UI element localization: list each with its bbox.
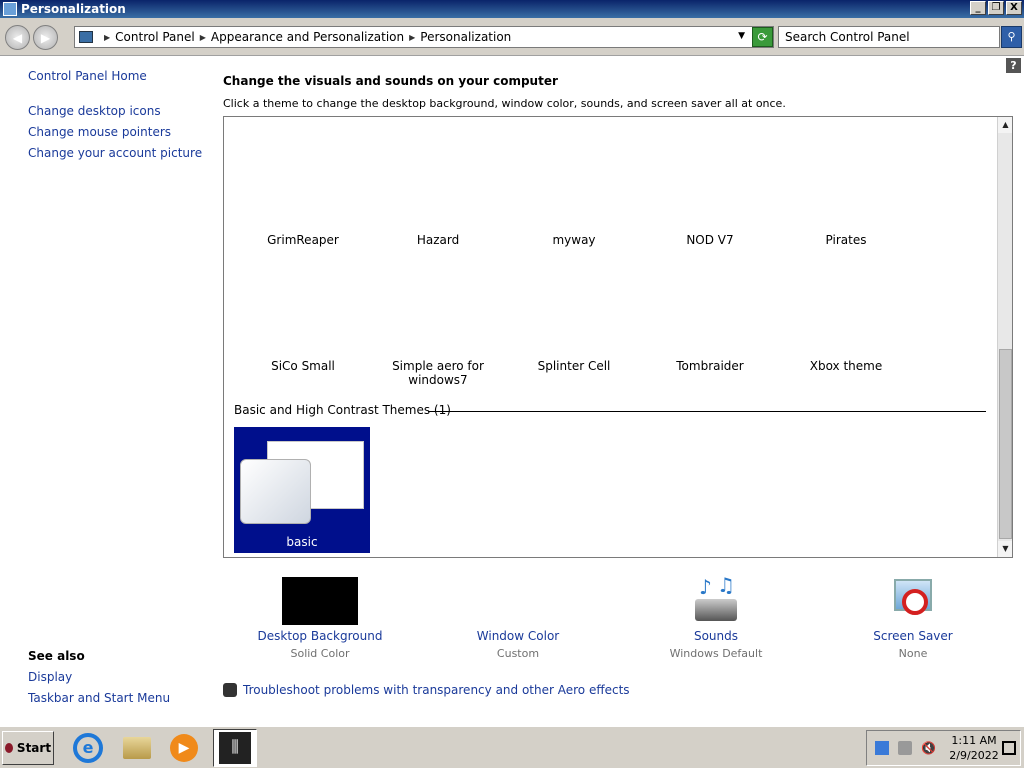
theme-item[interactable]: SiCo Small xyxy=(238,359,368,373)
desktop-background-value: Solid Color xyxy=(290,647,350,660)
refresh-icon: ⟳ xyxy=(757,30,768,44)
taskbar-start-menu-link[interactable]: Taskbar and Start Menu xyxy=(28,691,170,705)
clock[interactable]: 1:11 AM 2/9/2022 xyxy=(949,733,999,763)
window-preview-icon xyxy=(240,459,311,524)
back-button[interactable]: ◀ xyxy=(5,25,30,50)
window-color-link[interactable]: Window Color xyxy=(448,629,588,643)
display-link[interactable]: Display xyxy=(28,670,72,684)
address-toolbar: ◀ ▶ ▶ Control Panel ▶ Appearance and Per… xyxy=(0,18,1024,56)
desktop-background-option[interactable]: Desktop Background Solid Color xyxy=(250,577,390,660)
internet-explorer-icon: e xyxy=(73,733,103,763)
theme-item[interactable]: Tombraider xyxy=(645,359,775,373)
window-color-option[interactable]: Window Color Custom xyxy=(448,577,588,660)
window-color-icon[interactable] xyxy=(495,577,541,625)
folder-icon xyxy=(123,737,151,759)
media-player-icon: ▶ xyxy=(170,734,198,762)
minimize-button[interactable]: _ xyxy=(970,1,986,15)
internet-explorer-button[interactable]: e xyxy=(66,729,110,767)
content-area: ? Control Panel Home Change desktop icon… xyxy=(0,57,1024,725)
theme-item[interactable]: Hazard xyxy=(373,233,503,247)
solid-color-swatch[interactable] xyxy=(282,577,358,625)
control-panel-icon xyxy=(79,31,93,43)
group-divider xyxy=(428,411,986,412)
windows-logo-icon xyxy=(4,743,13,753)
theme-basic-label: basic xyxy=(286,535,318,549)
theme-item[interactable]: GrimReaper xyxy=(238,233,368,247)
search-input[interactable]: Search Control Panel xyxy=(778,26,1000,48)
volume-muted-icon[interactable]: 🔇 xyxy=(921,741,936,755)
change-account-picture-link[interactable]: Change your account picture xyxy=(28,146,202,160)
personalization-icon xyxy=(3,2,17,16)
theme-item[interactable]: Simple aero for windows7 xyxy=(373,359,503,387)
system-tray: 🔇 1:11 AM 2/9/2022 xyxy=(866,730,1021,766)
taskbar: Start e ▶ ⫼ 🔇 1:11 AM 2/9/2022 xyxy=(0,726,1024,768)
show-desktop-button[interactable] xyxy=(1002,741,1016,755)
sounds-icon[interactable]: ♪ ♫ xyxy=(693,573,739,625)
theme-group-title: Basic and High Contrast Themes (1) xyxy=(234,403,451,417)
theme-list-scrollbar[interactable]: ▲ ▼ xyxy=(997,117,1012,557)
screen-saver-link[interactable]: Screen Saver xyxy=(843,629,983,643)
close-button[interactable]: X xyxy=(1006,1,1022,15)
breadcrumb-personalization[interactable]: Personalization xyxy=(420,30,511,44)
refresh-button[interactable]: ⟳ xyxy=(752,27,773,47)
window-color-value: Custom xyxy=(496,647,540,660)
control-panel-taskbar-button[interactable]: ⫼ xyxy=(213,729,257,767)
title-bar: Personalization _ ❐ X xyxy=(0,0,1024,18)
screen-saver-value: None xyxy=(898,647,928,660)
sounds-option[interactable]: ♪ ♫ Sounds Windows Default xyxy=(646,573,786,660)
breadcrumb[interactable]: ▶ Control Panel ▶ Appearance and Persona… xyxy=(74,26,774,48)
theme-item[interactable]: Splinter Cell xyxy=(509,359,639,373)
search-icon: ⚲ xyxy=(1007,30,1016,43)
start-label: Start xyxy=(16,741,52,755)
search-button[interactable]: ⚲ xyxy=(1001,26,1022,48)
change-mouse-pointers-link[interactable]: Change mouse pointers xyxy=(28,125,171,139)
clock-time: 1:11 AM xyxy=(951,734,997,747)
theme-item[interactable]: Pirates xyxy=(781,233,911,247)
clock-date: 2/9/2022 xyxy=(949,749,999,762)
scroll-down-icon[interactable]: ▼ xyxy=(998,541,1012,557)
theme-list[interactable]: GrimReaper Hazard myway NOD V7 Pirates S… xyxy=(223,116,1013,558)
network-icon[interactable] xyxy=(875,741,889,755)
chevron-right-icon[interactable]: ▶ xyxy=(104,33,110,42)
back-arrow-icon: ◀ xyxy=(12,30,23,45)
forward-button[interactable]: ▶ xyxy=(33,25,58,50)
theme-item[interactable]: NOD V7 xyxy=(645,233,775,247)
breadcrumb-appearance[interactable]: Appearance and Personalization xyxy=(211,30,404,44)
explorer-button[interactable] xyxy=(115,729,159,767)
scroll-up-icon[interactable]: ▲ xyxy=(998,117,1012,133)
sounds-value: Windows Default xyxy=(669,647,763,660)
control-panel-home-link[interactable]: Control Panel Home xyxy=(28,69,147,83)
start-button[interactable]: Start xyxy=(2,731,54,765)
media-player-button[interactable]: ▶ xyxy=(162,729,206,767)
help-icon[interactable]: ? xyxy=(1006,58,1021,73)
chevron-right-icon[interactable]: ▶ xyxy=(409,33,415,42)
screen-saver-icon[interactable] xyxy=(890,577,936,625)
maximize-button[interactable]: ❐ xyxy=(988,1,1004,15)
control-panel-icon: ⫼ xyxy=(219,732,251,764)
troubleshoot-row[interactable]: Troubleshoot problems with transparency … xyxy=(223,683,630,697)
forward-arrow-icon: ▶ xyxy=(40,30,51,45)
sounds-link[interactable]: Sounds xyxy=(646,629,786,643)
desktop-background-link[interactable]: Desktop Background xyxy=(250,629,390,643)
see-also-heading: See also xyxy=(28,649,85,663)
printer-icon[interactable] xyxy=(898,741,912,755)
page-title: Change the visuals and sounds on your co… xyxy=(223,74,558,88)
chevron-down-icon[interactable]: ▼ xyxy=(738,31,745,41)
scroll-thumb[interactable] xyxy=(999,349,1012,539)
theme-item[interactable]: Xbox theme xyxy=(781,359,911,373)
window-title: Personalization xyxy=(21,2,126,16)
theme-basic-tile[interactable]: basic xyxy=(234,427,370,553)
screen-saver-option[interactable]: Screen Saver None xyxy=(843,577,983,660)
change-desktop-icons-link[interactable]: Change desktop icons xyxy=(28,104,161,118)
breadcrumb-control-panel[interactable]: Control Panel xyxy=(115,30,195,44)
page-subtitle: Click a theme to change the desktop back… xyxy=(223,97,786,110)
chevron-right-icon[interactable]: ▶ xyxy=(200,33,206,42)
troubleshoot-icon xyxy=(223,683,237,697)
troubleshoot-link[interactable]: Troubleshoot problems with transparency … xyxy=(243,683,630,697)
theme-item[interactable]: myway xyxy=(509,233,639,247)
